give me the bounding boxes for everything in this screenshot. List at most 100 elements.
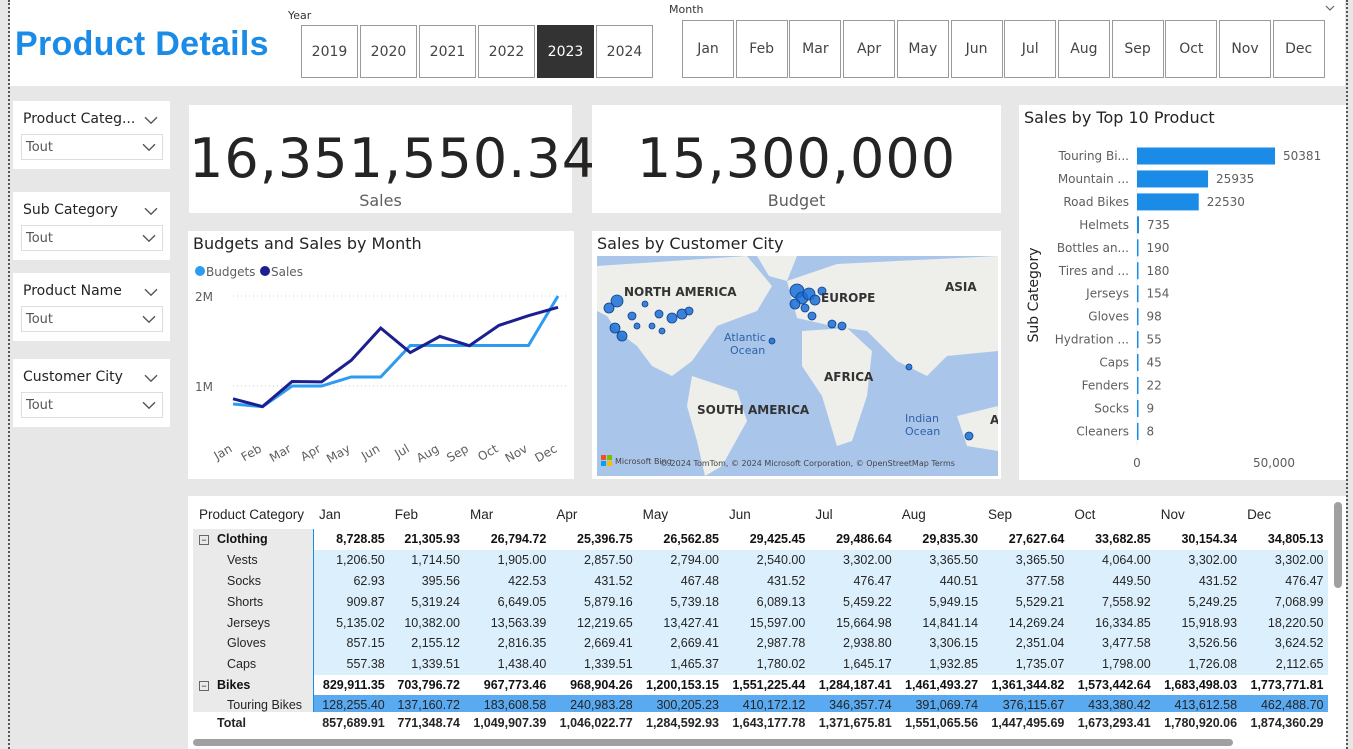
filter-dropdown[interactable]: Tout bbox=[21, 306, 163, 332]
filter-value: Tout bbox=[26, 231, 54, 246]
row-header[interactable]: − Bikes bbox=[193, 674, 313, 696]
month-option-sep[interactable]: Sep bbox=[1111, 20, 1164, 78]
column-header[interactable]: Oct bbox=[1068, 499, 1154, 529]
month-option-mar[interactable]: Mar bbox=[789, 20, 842, 78]
legend-label-1: Sales bbox=[271, 265, 303, 279]
collapse-icon[interactable]: − bbox=[199, 535, 209, 546]
data-label: 8 bbox=[1147, 424, 1155, 438]
sales-matrix: Product Category Jan Feb Mar Apr May Jun Jul Aug… bbox=[193, 499, 1328, 733]
table-cell: 1,573,442.64 bbox=[1077, 677, 1151, 692]
year-option-2019[interactable]: 2019 bbox=[301, 25, 358, 78]
chevron-down-icon[interactable] bbox=[144, 281, 158, 296]
filter-dropdown[interactable]: Tout bbox=[21, 225, 163, 251]
city-map[interactable]: NORTH AMERICA EUROPEASIAAtlanticOceanAFRI… bbox=[597, 256, 998, 476]
table-cell: 7,558.92 bbox=[1068, 591, 1155, 613]
column-header[interactable]: Jul bbox=[809, 499, 895, 529]
chevron-down-icon[interactable] bbox=[1325, 5, 1335, 13]
column-header[interactable]: Feb bbox=[389, 499, 464, 529]
table-cell: 1,339.51 bbox=[550, 653, 637, 675]
matrix-panel: Product Category Jan Feb Mar Apr May Jun Jul Aug… bbox=[188, 496, 1346, 749]
month-option-jun[interactable]: Jun bbox=[950, 20, 1003, 78]
column-header[interactable]: Jan bbox=[313, 499, 389, 529]
city-bubble bbox=[768, 337, 776, 345]
table-cell: 431.52 bbox=[723, 570, 810, 592]
chevron-down-icon[interactable] bbox=[144, 200, 158, 215]
bar bbox=[1137, 399, 1139, 417]
table-cell: 2,112.65 bbox=[1241, 653, 1328, 675]
table-cell: 1,551,065.56 bbox=[905, 715, 979, 730]
month-option-apr[interactable]: Apr bbox=[843, 20, 896, 78]
filter-label: Sub Category bbox=[23, 202, 119, 218]
city-bubble bbox=[809, 294, 821, 306]
table-cell: 1,284,592.93 bbox=[646, 715, 719, 730]
category-label: Gloves bbox=[1088, 310, 1129, 324]
table-cell: 1,798.00 bbox=[1068, 653, 1155, 675]
chevron-down-icon[interactable] bbox=[144, 109, 158, 124]
city-bubble bbox=[609, 322, 621, 334]
map-label-a: A bbox=[990, 413, 998, 427]
month-option-jan[interactable]: Jan bbox=[682, 20, 734, 78]
bing-logo-icon bbox=[607, 455, 612, 460]
month-option-oct[interactable]: Oct bbox=[1165, 20, 1218, 78]
year-option-2020[interactable]: 2020 bbox=[360, 25, 417, 78]
table-cell: 857,689.91 bbox=[322, 715, 385, 730]
column-header[interactable]: Jun bbox=[723, 499, 809, 529]
year-option-2021[interactable]: 2021 bbox=[419, 25, 476, 78]
column-header[interactable]: Aug bbox=[896, 499, 982, 529]
table-row: − Clothing 8,728.85 21,305.93 26,794.72 25,39… bbox=[193, 529, 1328, 550]
table-cell: 2,857.50 bbox=[550, 549, 637, 571]
x-tick-label: Oct bbox=[475, 441, 500, 464]
column-header[interactable]: Product Category bbox=[193, 499, 313, 529]
bar bbox=[1137, 377, 1139, 394]
map-title: Sales by Customer City bbox=[597, 234, 784, 253]
month-option-nov[interactable]: Nov bbox=[1219, 20, 1271, 78]
table-cell: 1,461,493.27 bbox=[905, 677, 979, 692]
column-header[interactable]: Sep bbox=[982, 499, 1068, 529]
year-slicer-caption: Year bbox=[288, 9, 312, 22]
month-option-dec[interactable]: Dec bbox=[1272, 20, 1325, 78]
horizontal-scrollbar[interactable] bbox=[193, 739, 1233, 746]
month-option-aug[interactable]: Aug bbox=[1057, 20, 1110, 78]
month-slicer-caption: Month bbox=[669, 3, 704, 16]
table-cell: 183,608.58 bbox=[463, 695, 551, 713]
column-header[interactable]: Dec bbox=[1241, 499, 1327, 529]
column-header[interactable]: Mar bbox=[464, 499, 550, 529]
column-header[interactable]: Apr bbox=[550, 499, 636, 529]
month-option-feb[interactable]: Feb bbox=[735, 20, 788, 78]
table-cell: 5,135.02 bbox=[312, 612, 389, 633]
table-cell: 410,172.12 bbox=[723, 695, 810, 713]
year-option-2023[interactable]: 2023 bbox=[537, 25, 594, 78]
bing-logo-icon bbox=[607, 461, 612, 466]
table-cell: 6,089.13 bbox=[723, 591, 810, 613]
map-label-ind: Indian bbox=[905, 412, 939, 425]
collapse-icon[interactable]: − bbox=[199, 680, 209, 691]
table-cell: 13,563.39 bbox=[463, 612, 551, 633]
bar bbox=[1137, 170, 1209, 188]
column-header[interactable]: Nov bbox=[1155, 499, 1241, 529]
month-option-may[interactable]: May bbox=[896, 20, 949, 78]
table-cell: 12,219.65 bbox=[550, 612, 637, 633]
city-bubble bbox=[641, 300, 649, 308]
line-chart: Budgets Sales 2M 1M Jan Feb Mar Apr May Jun Jul Aug… bbox=[195, 265, 568, 466]
row-header[interactable]: − Clothing bbox=[193, 529, 313, 550]
table-cell: 440.51 bbox=[895, 570, 983, 592]
map-brand: Microsoft Bing bbox=[615, 457, 672, 466]
table-cell: 29,425.45 bbox=[749, 532, 806, 547]
table-cell: 1,643,177.78 bbox=[732, 715, 806, 730]
table-cell: 15,597.00 bbox=[723, 612, 810, 633]
table-cell: 10,382.00 bbox=[388, 612, 464, 633]
column-header[interactable]: May bbox=[637, 499, 723, 529]
table-cell: 3,624.52 bbox=[1241, 632, 1328, 654]
table-cell: 422.53 bbox=[463, 570, 551, 592]
year-option-2024[interactable]: 2024 bbox=[596, 25, 653, 78]
table-cell: 433,380.42 bbox=[1068, 695, 1155, 713]
month-option-jul[interactable]: Jul bbox=[1004, 20, 1057, 78]
vertical-scrollbar[interactable] bbox=[1334, 502, 1342, 588]
chevron-down-icon[interactable] bbox=[144, 367, 158, 382]
year-option-2022[interactable]: 2022 bbox=[478, 25, 535, 78]
table-cell: 26,794.72 bbox=[490, 532, 547, 547]
filter-dropdown[interactable]: Tout bbox=[21, 392, 163, 418]
page-border-left bbox=[8, 0, 10, 749]
filter-dropdown[interactable]: Tout bbox=[21, 134, 163, 160]
category-label: Helmets bbox=[1079, 218, 1129, 232]
